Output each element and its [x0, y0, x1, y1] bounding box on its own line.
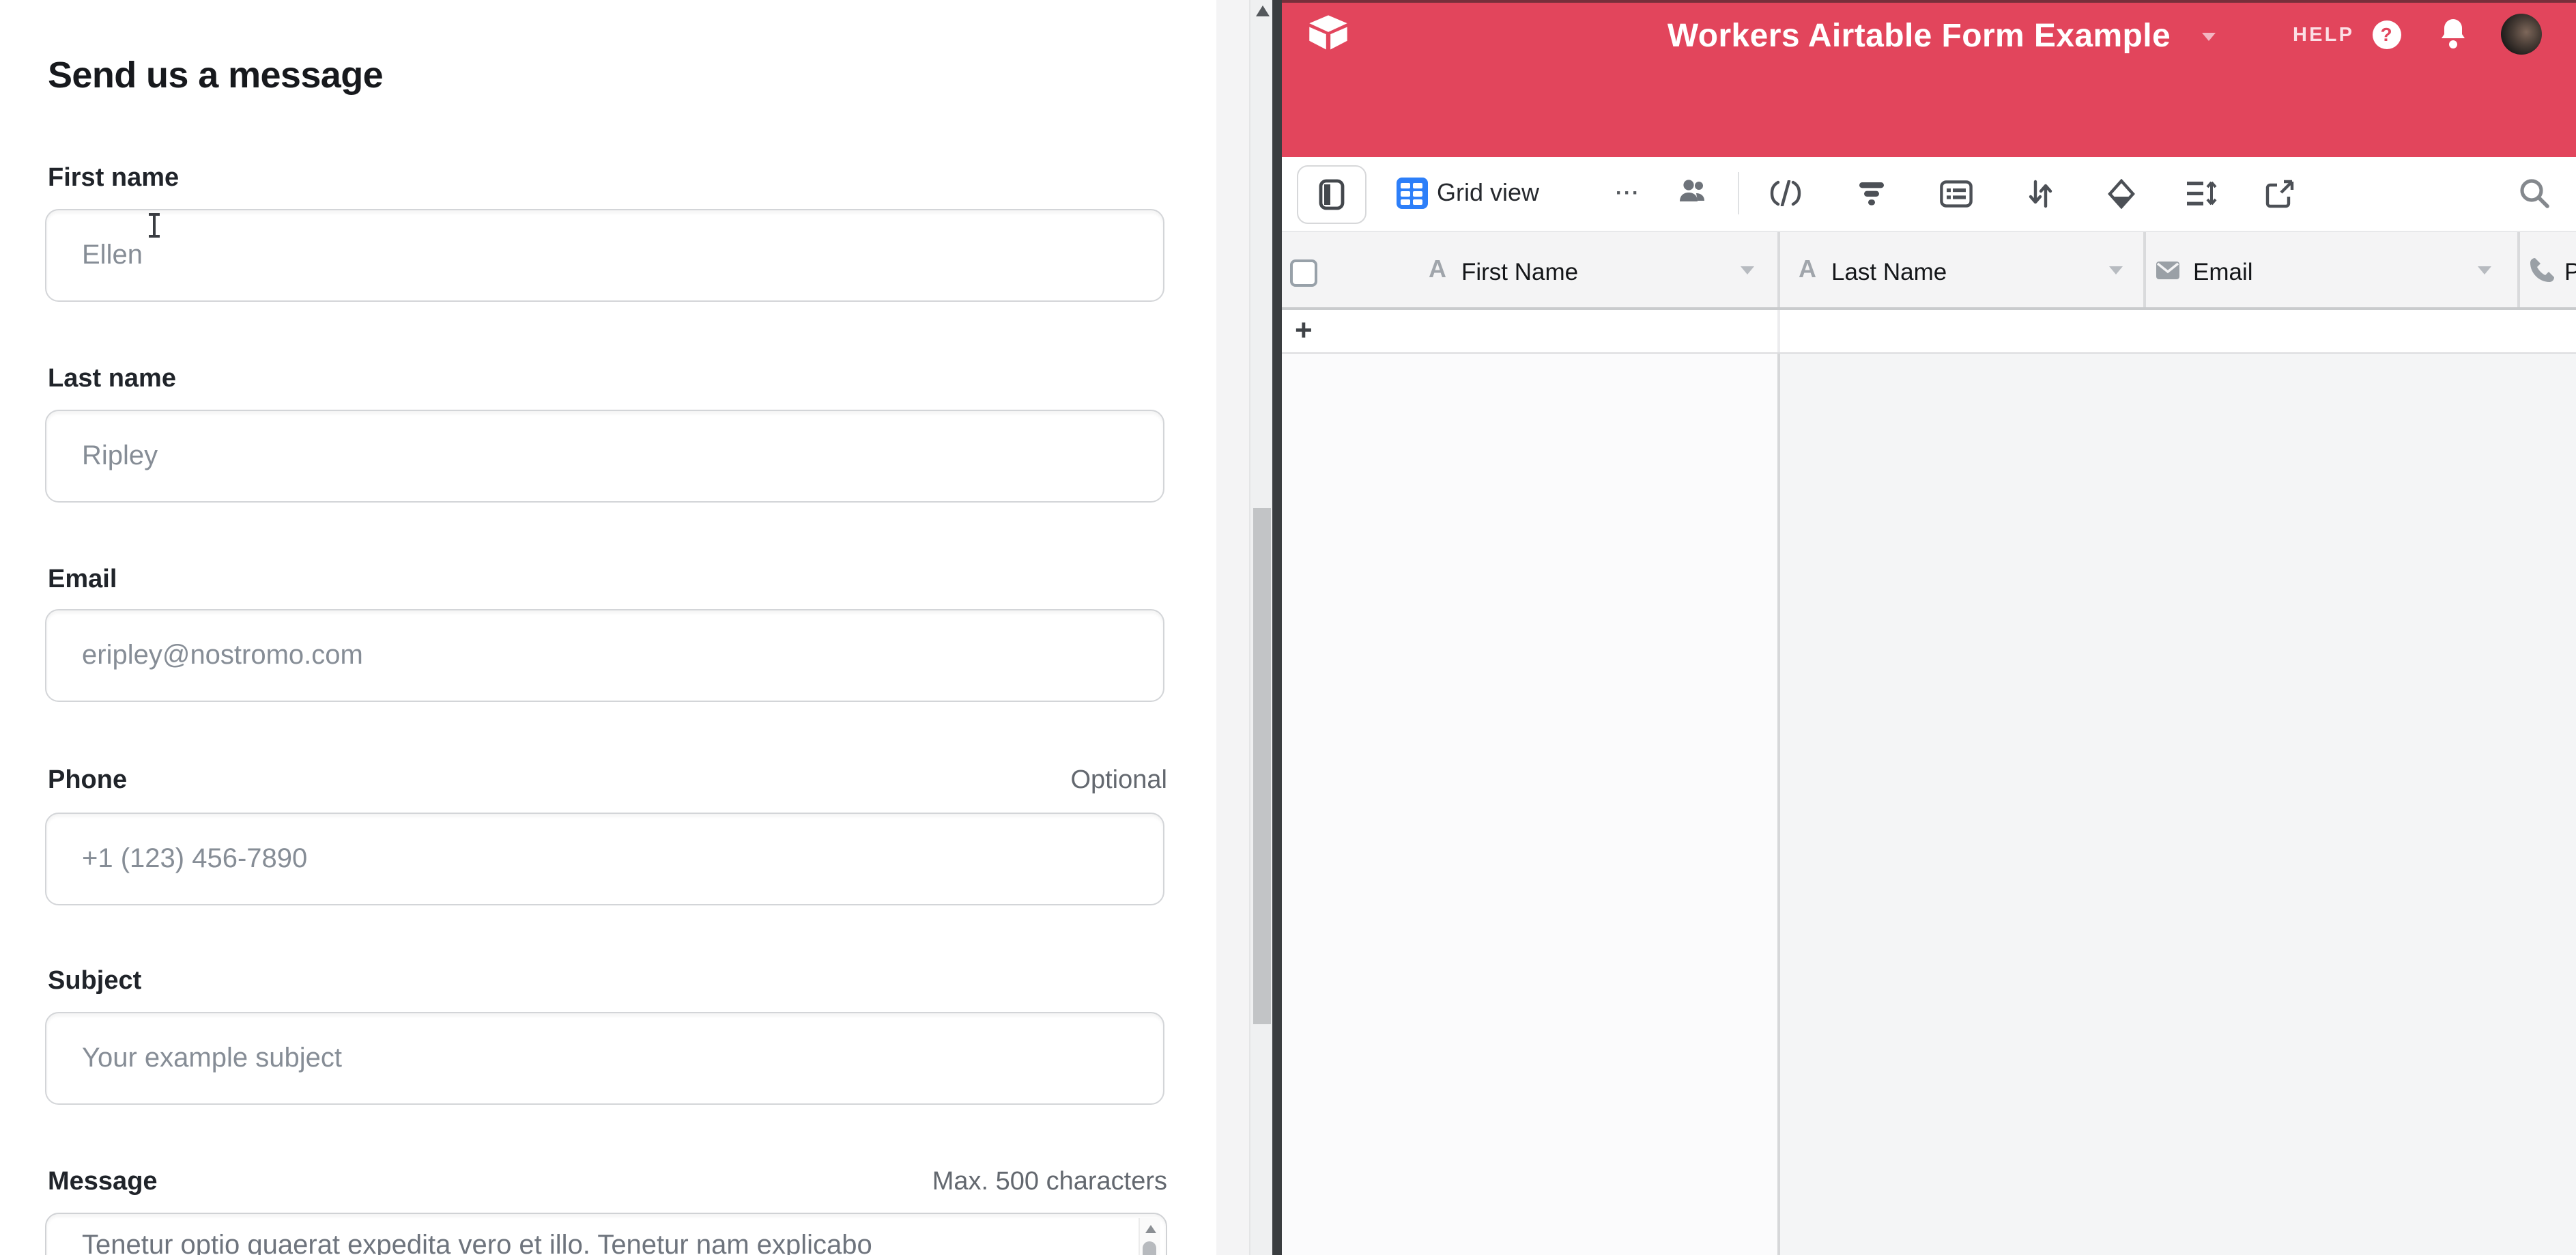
- last-name-input[interactable]: [45, 410, 1164, 503]
- column-header-email[interactable]: Email: [2193, 257, 2253, 286]
- form-heading: Send us a message: [48, 55, 383, 97]
- column-header-last-name[interactable]: Last Name: [1831, 257, 1947, 286]
- airtable-topbar: Workers Airtable Form Example HELP ?: [1281, 0, 2576, 71]
- column-border[interactable]: [1777, 231, 1779, 307]
- help-question-icon[interactable]: ?: [2372, 20, 2401, 49]
- window-divider: [1272, 0, 1281, 1255]
- base-title-caret-icon: [2201, 33, 2215, 41]
- column-header-phone[interactable]: Phone: [2564, 257, 2576, 286]
- view-name[interactable]: Grid view: [1437, 179, 1539, 208]
- column-caret-icon[interactable]: [2108, 266, 2122, 274]
- grid-view-icon: [1396, 178, 1427, 209]
- column-border[interactable]: [2143, 231, 2145, 307]
- help-button[interactable]: HELP: [2293, 25, 2354, 46]
- phone-optional-hint: Optional: [1070, 766, 1167, 796]
- message-label: Message: [48, 1168, 158, 1198]
- grid-header-row: A First Name A Last Name Email Phone: [1281, 230, 2576, 310]
- base-title[interactable]: Workers Airtable Form Example: [1281, 18, 2557, 56]
- notifications-bell-icon[interactable]: [2439, 18, 2466, 51]
- message-maxchars-hint: Max. 500 characters: [932, 1168, 1167, 1198]
- message-scrollbar-thumb[interactable]: [1143, 1241, 1156, 1255]
- last-name-label: Last name: [48, 365, 176, 395]
- page-gutter: [1216, 0, 1249, 1255]
- view-toolbar: Grid view ···: [1281, 157, 2576, 230]
- scrollbar-up-icon[interactable]: [1255, 5, 1269, 16]
- base-title-text: Workers Airtable Form Example: [1668, 18, 2171, 55]
- toolbar-divider: [1737, 172, 1738, 214]
- sort-icon[interactable]: [2027, 179, 2052, 209]
- screen: Send us a message First name Last name E…: [0, 0, 2576, 1255]
- column-border: [1777, 353, 1779, 1255]
- email-field-type-icon: [2155, 260, 2179, 279]
- collaborators-icon[interactable]: [1677, 178, 1710, 205]
- color-icon[interactable]: [2106, 179, 2136, 209]
- add-row-row: +: [1281, 310, 2576, 353]
- hide-fields-icon[interactable]: [1769, 180, 1801, 206]
- contact-form-pane: Send us a message First name Last name E…: [0, 0, 1216, 1255]
- view-more-button[interactable]: ···: [1616, 182, 1640, 205]
- group-icon[interactable]: [1939, 180, 1972, 208]
- grid-empty-area: [1281, 353, 1777, 1255]
- row-height-icon[interactable]: [2185, 180, 2216, 208]
- message-scrollbar[interactable]: [1139, 1218, 1160, 1255]
- airtable-tabbar: Form Submissions SHARE AUTOMATIONS: [1281, 71, 2576, 157]
- subject-field[interactable]: [45, 1012, 1164, 1105]
- text-field-type-icon: A: [1799, 255, 1816, 283]
- filter-icon[interactable]: [1856, 182, 1886, 206]
- first-name-label: First name: [48, 164, 179, 194]
- first-name-input[interactable]: [45, 209, 1164, 302]
- message-text: Tenetur optio quaerat expedita vero et i…: [82, 1230, 1119, 1255]
- window-top-edge: [1281, 0, 2576, 3]
- select-all-checkbox[interactable]: [1289, 259, 1317, 287]
- phone-label: Phone: [48, 766, 127, 796]
- text-cursor-pointer: [153, 214, 156, 236]
- search-icon[interactable]: [2517, 176, 2551, 210]
- text-field-type-icon: A: [1429, 255, 1446, 283]
- email-field[interactable]: [45, 609, 1164, 702]
- phone-field[interactable]: [45, 813, 1164, 905]
- phone-field-type-icon: [2528, 256, 2555, 283]
- scroll-up-icon[interactable]: [1145, 1225, 1156, 1233]
- column-caret-icon[interactable]: [1740, 266, 1754, 274]
- column-caret-icon[interactable]: [2477, 266, 2491, 274]
- sidebar-toggle-icon: [1318, 179, 1344, 210]
- add-row-button[interactable]: +: [1295, 313, 1313, 348]
- user-avatar[interactable]: [2500, 14, 2541, 55]
- grid-empty-area: [1779, 353, 2576, 1255]
- airtable-pane: Workers Airtable Form Example HELP ? For…: [1281, 0, 2576, 1255]
- view-sidebar-toggle-button[interactable]: [1296, 165, 1366, 224]
- page-scrollbar-thumb[interactable]: [1253, 508, 1270, 1024]
- column-border[interactable]: [2517, 231, 2519, 307]
- share-view-icon[interactable]: [2264, 179, 2294, 209]
- message-textarea[interactable]: Tenetur optio quaerat expedita vero et i…: [45, 1213, 1167, 1255]
- column-header-first-name[interactable]: First Name: [1461, 257, 1578, 286]
- subject-label: Subject: [48, 967, 141, 997]
- column-border: [1777, 310, 1779, 352]
- email-label: Email: [48, 565, 117, 595]
